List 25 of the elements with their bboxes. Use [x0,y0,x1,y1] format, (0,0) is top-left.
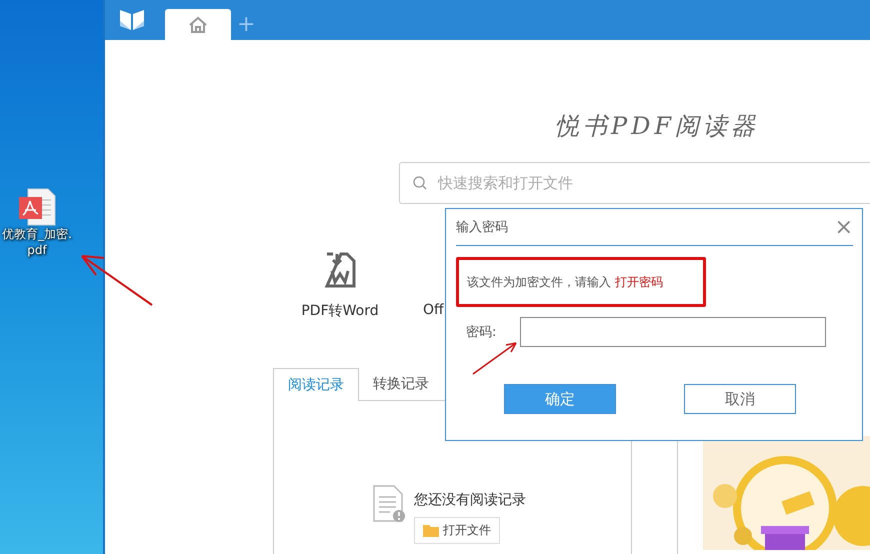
records-tab[interactable]: 阅读记录 [274,368,359,401]
close-button[interactable]: × [834,214,853,240]
document-warning-icon [372,485,406,523]
encryption-message: 该文件为加密文件，请输入 打开密码 [456,257,706,307]
annotation-arrow [472,342,517,375]
book-logo-icon [119,9,145,31]
password-field[interactable] [520,317,826,347]
empty-message: 您还没有阅读记录 [414,491,526,509]
folder-icon [423,524,439,537]
cancel-button[interactable]: 取消 [684,384,796,414]
file-name: pdf [27,242,47,258]
search-icon [413,176,427,190]
home-tab[interactable] [165,9,231,40]
file-name: 优教育_加密. [2,226,72,242]
document-download-icon [323,252,357,288]
feature-label[interactable]: PDF转Word [301,302,379,320]
app-title: 悦书PDF阅读器 [555,112,760,140]
dialog-title: 输入密码 [456,219,508,236]
feature-label[interactable]: Off [423,302,444,318]
open-file-button[interactable]: 打开文件 [414,517,500,544]
pdf-file-icon[interactable] [18,188,56,226]
annotation-arrow [81,255,153,306]
home-icon [188,16,208,34]
password-label: 密码: [466,324,498,341]
confirm-button[interactable]: 确定 [504,384,616,414]
